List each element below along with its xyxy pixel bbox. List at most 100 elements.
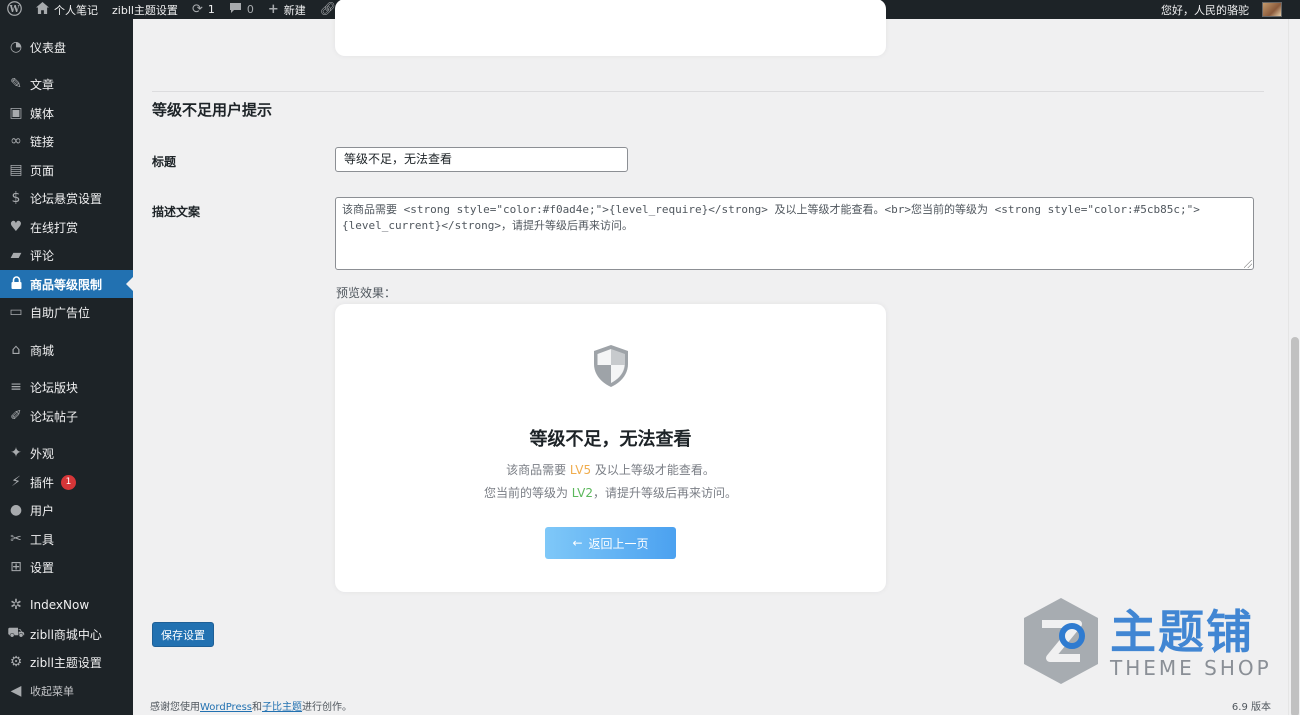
page-icon: ▤ — [9, 162, 23, 178]
sidebar-item-plugins[interactable]: ⚡︎ 插件 1 — [0, 468, 133, 496]
new-content-link[interactable]: + 新建 — [261, 0, 313, 19]
sidebar-item-label: zibll主题设置 — [30, 655, 102, 670]
preview-desc-line2: 您当前的等级为 LV2，请提升等级后再来访问。 — [335, 484, 886, 501]
wordpress-logo-link[interactable]: W — [0, 0, 29, 19]
resize-handle[interactable] — [1244, 260, 1252, 268]
footer-text: 进行创作。 — [302, 702, 353, 713]
section-title: 等级不足用户提示 — [152, 101, 273, 119]
ad-icon: ▭ — [9, 304, 23, 320]
zibi-theme-link[interactable]: 子比主题 — [262, 702, 302, 713]
media-icon: ▣ — [9, 105, 23, 121]
sidebar-item-label: 插件 — [30, 475, 55, 490]
sidebar-item-forum-bounty[interactable]: $ 论坛悬赏设置 — [0, 184, 133, 212]
section-divider — [152, 91, 1264, 92]
plugins-update-badge: 1 — [61, 474, 77, 490]
sidebar-item-self-ads[interactable]: ▭ 自助广告位 — [0, 298, 133, 326]
sidebar-item-label: 外观 — [30, 446, 55, 461]
account-link[interactable]: 您好，人民的骆驼 — [1154, 0, 1256, 19]
forum-icon: ≡ — [10, 379, 22, 395]
pin-icon: ✎ — [10, 76, 22, 92]
heart-icon: ♥ — [9, 219, 23, 235]
title-input[interactable]: 等级不足，无法查看 — [335, 147, 628, 172]
sidebar-item-users[interactable]: ● 用户 — [0, 496, 133, 524]
avatar[interactable] — [1262, 2, 1282, 17]
lock-icon — [0, 275, 30, 293]
sidebar-item-indexnow[interactable]: ✲ IndexNow — [0, 591, 133, 619]
sidebar-item-forum-sections[interactable]: ≡ 论坛版块 — [0, 373, 133, 401]
page-scrollbar[interactable] — [1288, 19, 1300, 715]
updates-icon: ⟳ — [191, 2, 203, 17]
link-icon: ∞ — [10, 133, 22, 149]
greeting: 您好，人民的骆驼 — [1161, 3, 1249, 17]
arrow-left-icon: ← — [572, 536, 583, 550]
wordpress-logo-icon: W — [7, 0, 22, 19]
plus-icon: + — [267, 2, 279, 17]
brush-icon: ✦ — [10, 445, 22, 461]
sidebar-item-label: 链接 — [30, 134, 55, 149]
new-label: 新建 — [283, 3, 306, 17]
sidebar-item-comments[interactable]: ▰ 评论 — [0, 241, 133, 269]
sidebar-item-label: 工具 — [30, 532, 55, 547]
sidebar-item-label: IndexNow — [30, 598, 90, 612]
save-settings-button[interactable]: 保存设置 — [152, 622, 214, 647]
scrollbar-thumb[interactable] — [1291, 337, 1299, 715]
preview-text: 您当前的等级为 — [483, 486, 572, 500]
preview-text: 该商品需要 — [506, 463, 570, 477]
sidebar-item-label: zibll商城中心 — [30, 627, 102, 642]
site-name: 个人笔记 — [54, 3, 98, 17]
sidebar-item-label: 自助广告位 — [30, 305, 91, 320]
sidebar-item-label: 文章 — [30, 77, 55, 92]
comments-count: 0 — [246, 3, 254, 16]
sidebar-item-tips[interactable]: ♥ 在线打赏 — [0, 213, 133, 241]
current-level: LV2 — [571, 486, 594, 500]
preview-title: 等级不足，无法查看 — [529, 429, 692, 450]
sidebar-item-store[interactable]: ⌂ 商城 — [0, 336, 133, 364]
comments-link[interactable]: 0 — [222, 0, 261, 19]
theme-settings-link[interactable]: zibll主题设置 — [105, 0, 185, 19]
link-icon: 🔗︎ — [319, 2, 337, 17]
sidebar-item-label: 收起菜单 — [30, 685, 74, 698]
sidebar-item-links[interactable]: ∞ 链接 — [0, 127, 133, 155]
footer-text: 和 — [252, 702, 263, 713]
sidebar-item-pages[interactable]: ▤ 页面 — [0, 156, 133, 184]
theme-shop-watermark: 主题铺 THEME SHOP — [1020, 596, 1280, 686]
theme-settings-label: zibll主题设置 — [112, 3, 178, 17]
sidebar-collapse-menu[interactable]: ◀ 收起菜单 — [0, 677, 133, 705]
version-text: 6.9 版本 — [1231, 702, 1271, 713]
gear-icon: ⚙ — [9, 654, 23, 670]
wrench-icon: ✂ — [10, 531, 22, 547]
collapse-icon: ◀ — [10, 683, 22, 699]
sidebar-item-label: 论坛悬赏设置 — [30, 191, 103, 206]
watermark-main-text: 主题铺 — [1110, 605, 1254, 659]
shield-icon — [592, 344, 630, 388]
footer-credit: 感谢您使用WordPress和子比主题进行创作。 — [150, 698, 352, 713]
sidebar-item-dashboard[interactable]: ◔ 仪表盘 — [0, 33, 133, 61]
sidebar-item-zibll-theme-settings[interactable]: ⚙ zibll主题设置 — [0, 648, 133, 676]
title-label: 标题 — [152, 155, 177, 169]
preview-text: 及以上等级才能查看。 — [591, 463, 715, 477]
site-name-link[interactable]: 个人笔记 — [29, 0, 105, 19]
sidebar-item-zibll-store-center[interactable]: ⛟ zibll商城中心 — [0, 620, 133, 648]
preview-desc-line1: 该商品需要 LV5 及以上等级才能查看。 — [335, 461, 886, 478]
comment-bubble-icon — [229, 2, 242, 17]
plugin-icon: ⚡︎ — [11, 474, 21, 490]
sidebar-item-label: 论坛版块 — [30, 380, 79, 395]
description-label: 描述文案 — [152, 205, 201, 219]
sidebar-item-settings[interactable]: ⊞ 设置 — [0, 553, 133, 581]
sidebar-item-posts[interactable]: ✎ 文章 — [0, 70, 133, 98]
updates-link[interactable]: ⟳ 1 — [185, 0, 222, 19]
sidebar-item-label: 在线打赏 — [30, 220, 79, 235]
sidebar-item-media[interactable]: ▣ 媒体 — [0, 99, 133, 127]
sidebar-item-forum-posts[interactable]: ✐ 论坛帖子 — [0, 402, 133, 430]
footer-text: 感谢您使用 — [150, 702, 200, 713]
sidebar-item-product-level-limit[interactable]: 商品等级限制 — [0, 270, 133, 298]
preview-label: 预览效果： — [336, 286, 397, 300]
wordpress-link[interactable]: WordPress — [200, 702, 252, 713]
sidebar-item-tools[interactable]: ✂ 工具 — [0, 525, 133, 553]
back-button[interactable]: ← 返回上一页 — [545, 527, 676, 559]
store-icon: ⌂ — [11, 342, 21, 358]
sidebar-item-appearance[interactable]: ✦ 外观 — [0, 439, 133, 467]
sidebar-item-label: 用户 — [30, 503, 55, 518]
description-textarea[interactable]: 该商品需要 <strong style="color:#f0ad4e;">{le… — [335, 197, 1254, 270]
dashboard-icon: ◔ — [9, 39, 23, 55]
